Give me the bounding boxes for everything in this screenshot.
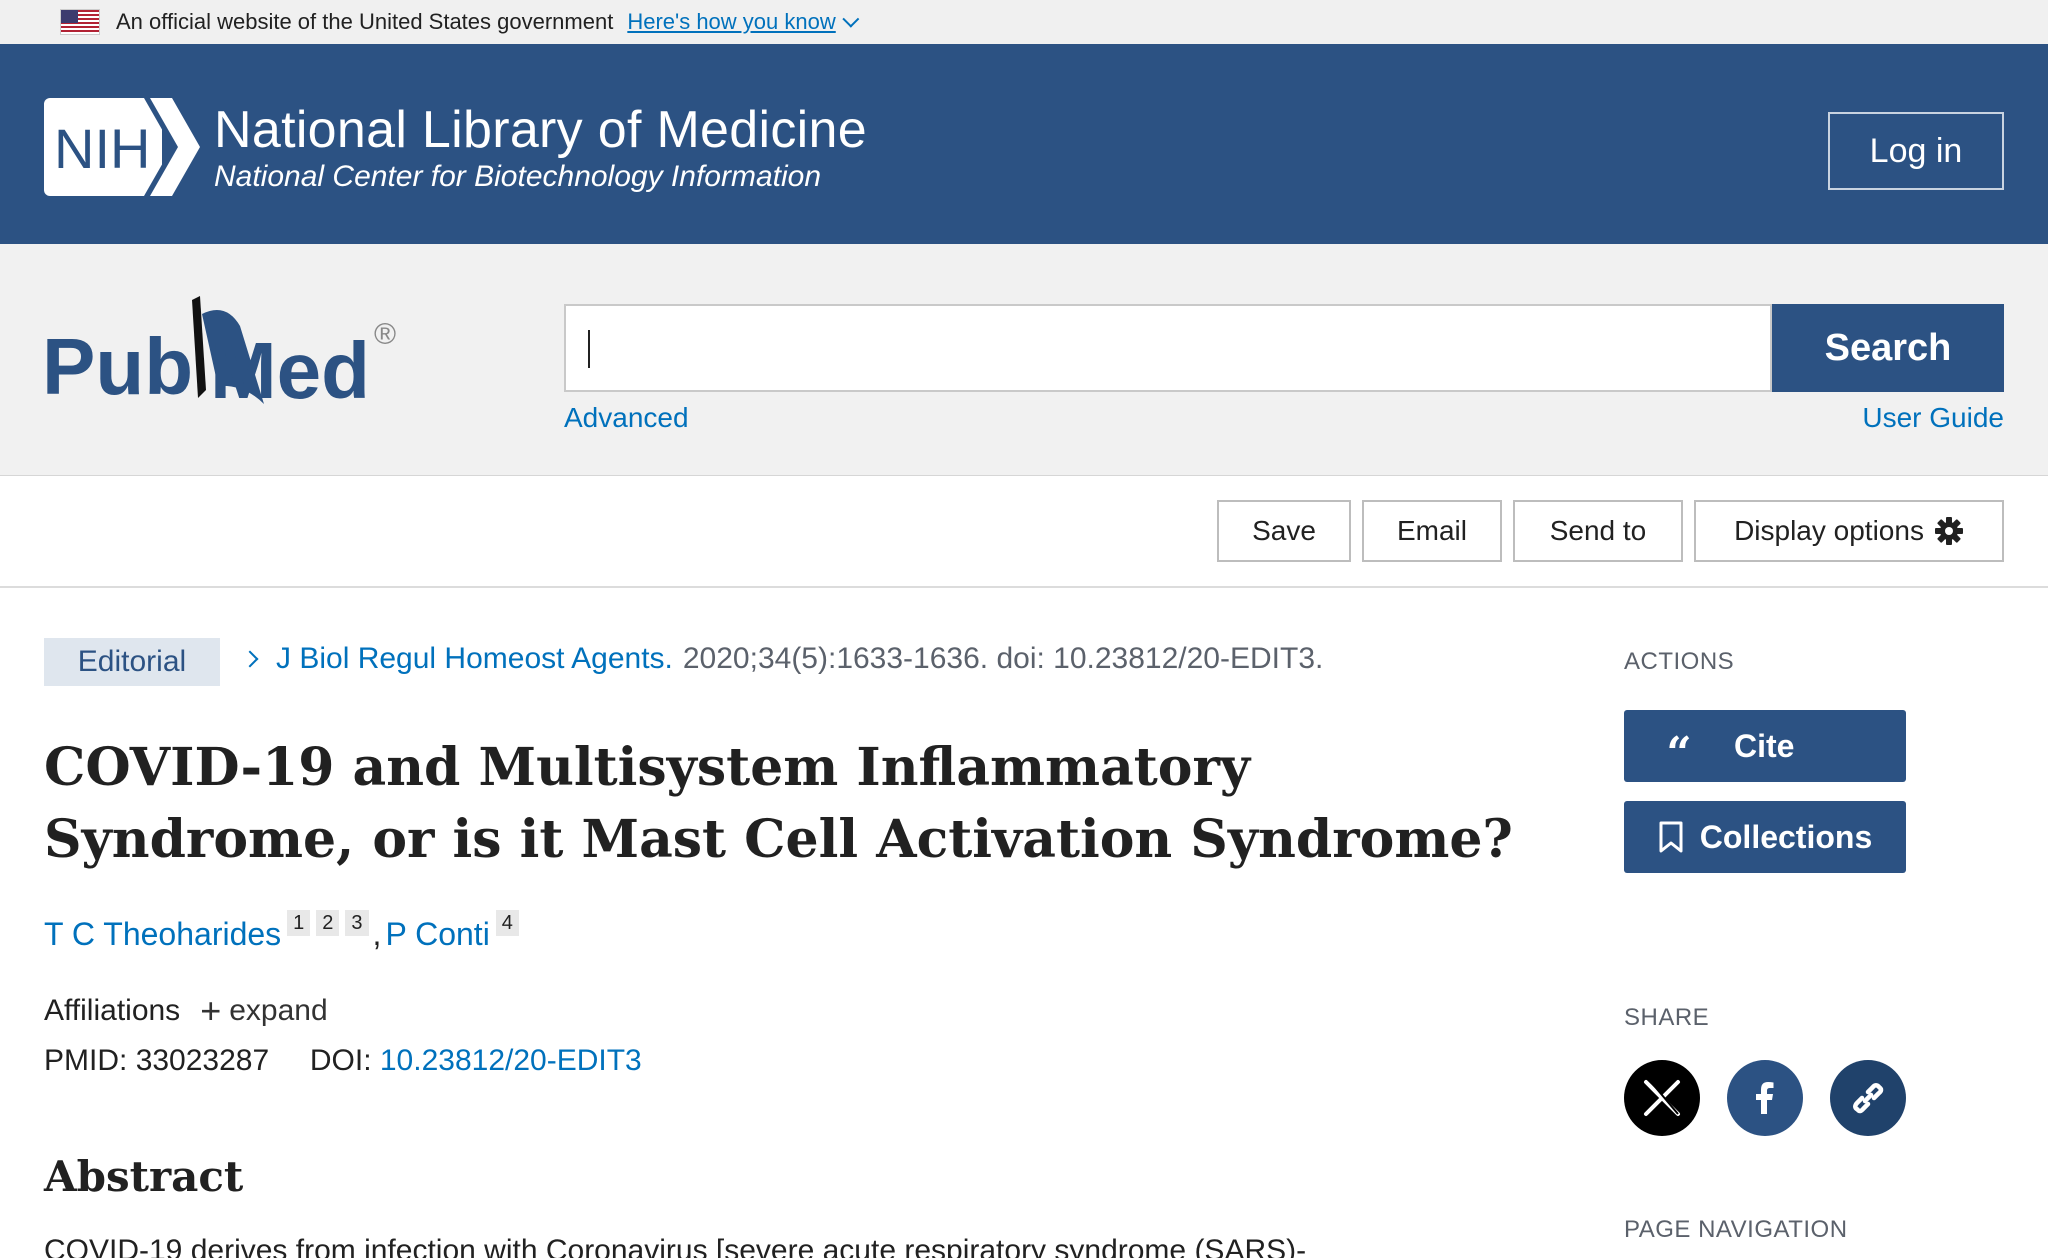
affiliations-row: Affiliations + expand [44, 990, 328, 1032]
affiliation-ref[interactable]: 4 [495, 910, 519, 936]
login-button[interactable]: Log in [1828, 112, 2004, 190]
gear-icon [1934, 517, 1963, 545]
doi-label: DOI: [309, 1044, 372, 1077]
display-options-label: Display options [1734, 515, 1924, 546]
link-icon [1853, 1083, 1884, 1114]
affiliation-ref[interactable]: 2 [316, 910, 340, 936]
advanced-search-link[interactable]: Advanced [564, 402, 689, 434]
article-title: COVID-19 and Multisystem Inflammatory Sy… [44, 737, 1513, 870]
send-to-button[interactable]: Send to [1513, 500, 1683, 562]
pubmed-logo[interactable]: Pub Med ® [40, 292, 420, 422]
quote-icon: “ [1666, 727, 1692, 779]
abstract-heading: Abstract [44, 1152, 244, 1201]
article-type-badge: Editorial [44, 638, 220, 686]
nih-logo[interactable]: NIH [44, 98, 200, 196]
bookmark-icon [1659, 821, 1683, 853]
facebook-icon [1756, 1082, 1774, 1114]
article-toolbar: Save Email Send to Display options [0, 476, 2048, 588]
pubmed-logo-med: Med [210, 326, 370, 415]
pubmed-logo-pub: Pub [42, 322, 193, 411]
gov-banner: An official website of the United States… [0, 0, 2048, 44]
share-x-button[interactable] [1624, 1060, 1700, 1136]
pmid-label: PMID: [44, 1044, 128, 1077]
cite-label: Cite [1734, 727, 1795, 764]
x-twitter-icon [1644, 1080, 1680, 1116]
author-link[interactable]: T C Theoharides [44, 916, 281, 953]
registered-mark: ® [374, 318, 396, 351]
author-separator: , [372, 916, 382, 952]
affiliation-ref[interactable]: 1 [287, 910, 311, 936]
cite-button[interactable]: “ Cite [1624, 710, 1906, 782]
text-caret [588, 330, 590, 368]
chevron-right-icon[interactable] [241, 650, 259, 668]
share-facebook-button[interactable] [1727, 1060, 1803, 1136]
expand-affiliations-button[interactable]: expand [229, 994, 327, 1028]
identifiers: PMID: 33023287 DOI: 10.23812/20-EDIT3 [44, 1044, 642, 1078]
share-permalink-button[interactable] [1830, 1060, 1906, 1136]
search-band: Pub Med ® Search Advanced User Guide [0, 244, 2048, 476]
actions-label: ACTIONS [1624, 648, 1735, 675]
gov-banner-text: An official website of the United States… [116, 9, 614, 34]
search-button[interactable]: Search [1772, 304, 2004, 392]
nih-logo-text: NIH [54, 117, 150, 180]
author-list: T C Theoharides 1 2 3 , P Conti 4 [44, 910, 519, 953]
search-input[interactable] [564, 304, 1772, 392]
affiliation-ref[interactable]: 3 [345, 910, 369, 936]
nih-subtitle: National Center for Biotechnology Inform… [214, 160, 822, 193]
save-button[interactable]: Save [1217, 500, 1351, 562]
display-options-button[interactable]: Display options [1694, 500, 2004, 562]
citation-line: J Biol Regul Homeost Agents. 2020;34(5):… [240, 642, 1323, 676]
collections-label: Collections [1699, 818, 1873, 855]
journal-link[interactable]: J Biol Regul Homeost Agents. [276, 642, 673, 676]
affiliations-label: Affiliations [44, 994, 181, 1027]
nih-title[interactable]: National Library of Medicine [214, 100, 867, 160]
citation-details: 2020;34(5):1633-1636. doi: 10.23812/20-E… [682, 642, 1324, 675]
abstract-text: COVID-19 derives from infection with Cor… [44, 1234, 1307, 1258]
user-guide-link[interactable]: User Guide [1862, 402, 2004, 434]
email-button[interactable]: Email [1362, 500, 1502, 562]
doi-link[interactable]: 10.23812/20-EDIT3 [380, 1044, 642, 1077]
nih-header: NIH National Library of Medicine Nationa… [0, 44, 2048, 244]
pmid-value: 33023287 [135, 1044, 270, 1077]
plus-icon[interactable]: + [200, 990, 221, 1032]
heres-how-you-know-link[interactable]: Here's how you know [627, 9, 860, 35]
chevron-down-icon [842, 10, 860, 28]
collections-button[interactable]: Collections [1624, 801, 1906, 873]
us-flag-icon [60, 9, 100, 35]
page-navigation-label: PAGE NAVIGATION [1624, 1216, 1848, 1243]
author-link[interactable]: P Conti [385, 916, 489, 953]
heres-how-you-know-label: Here's how you know [627, 9, 836, 34]
share-label: SHARE [1624, 1004, 1710, 1031]
